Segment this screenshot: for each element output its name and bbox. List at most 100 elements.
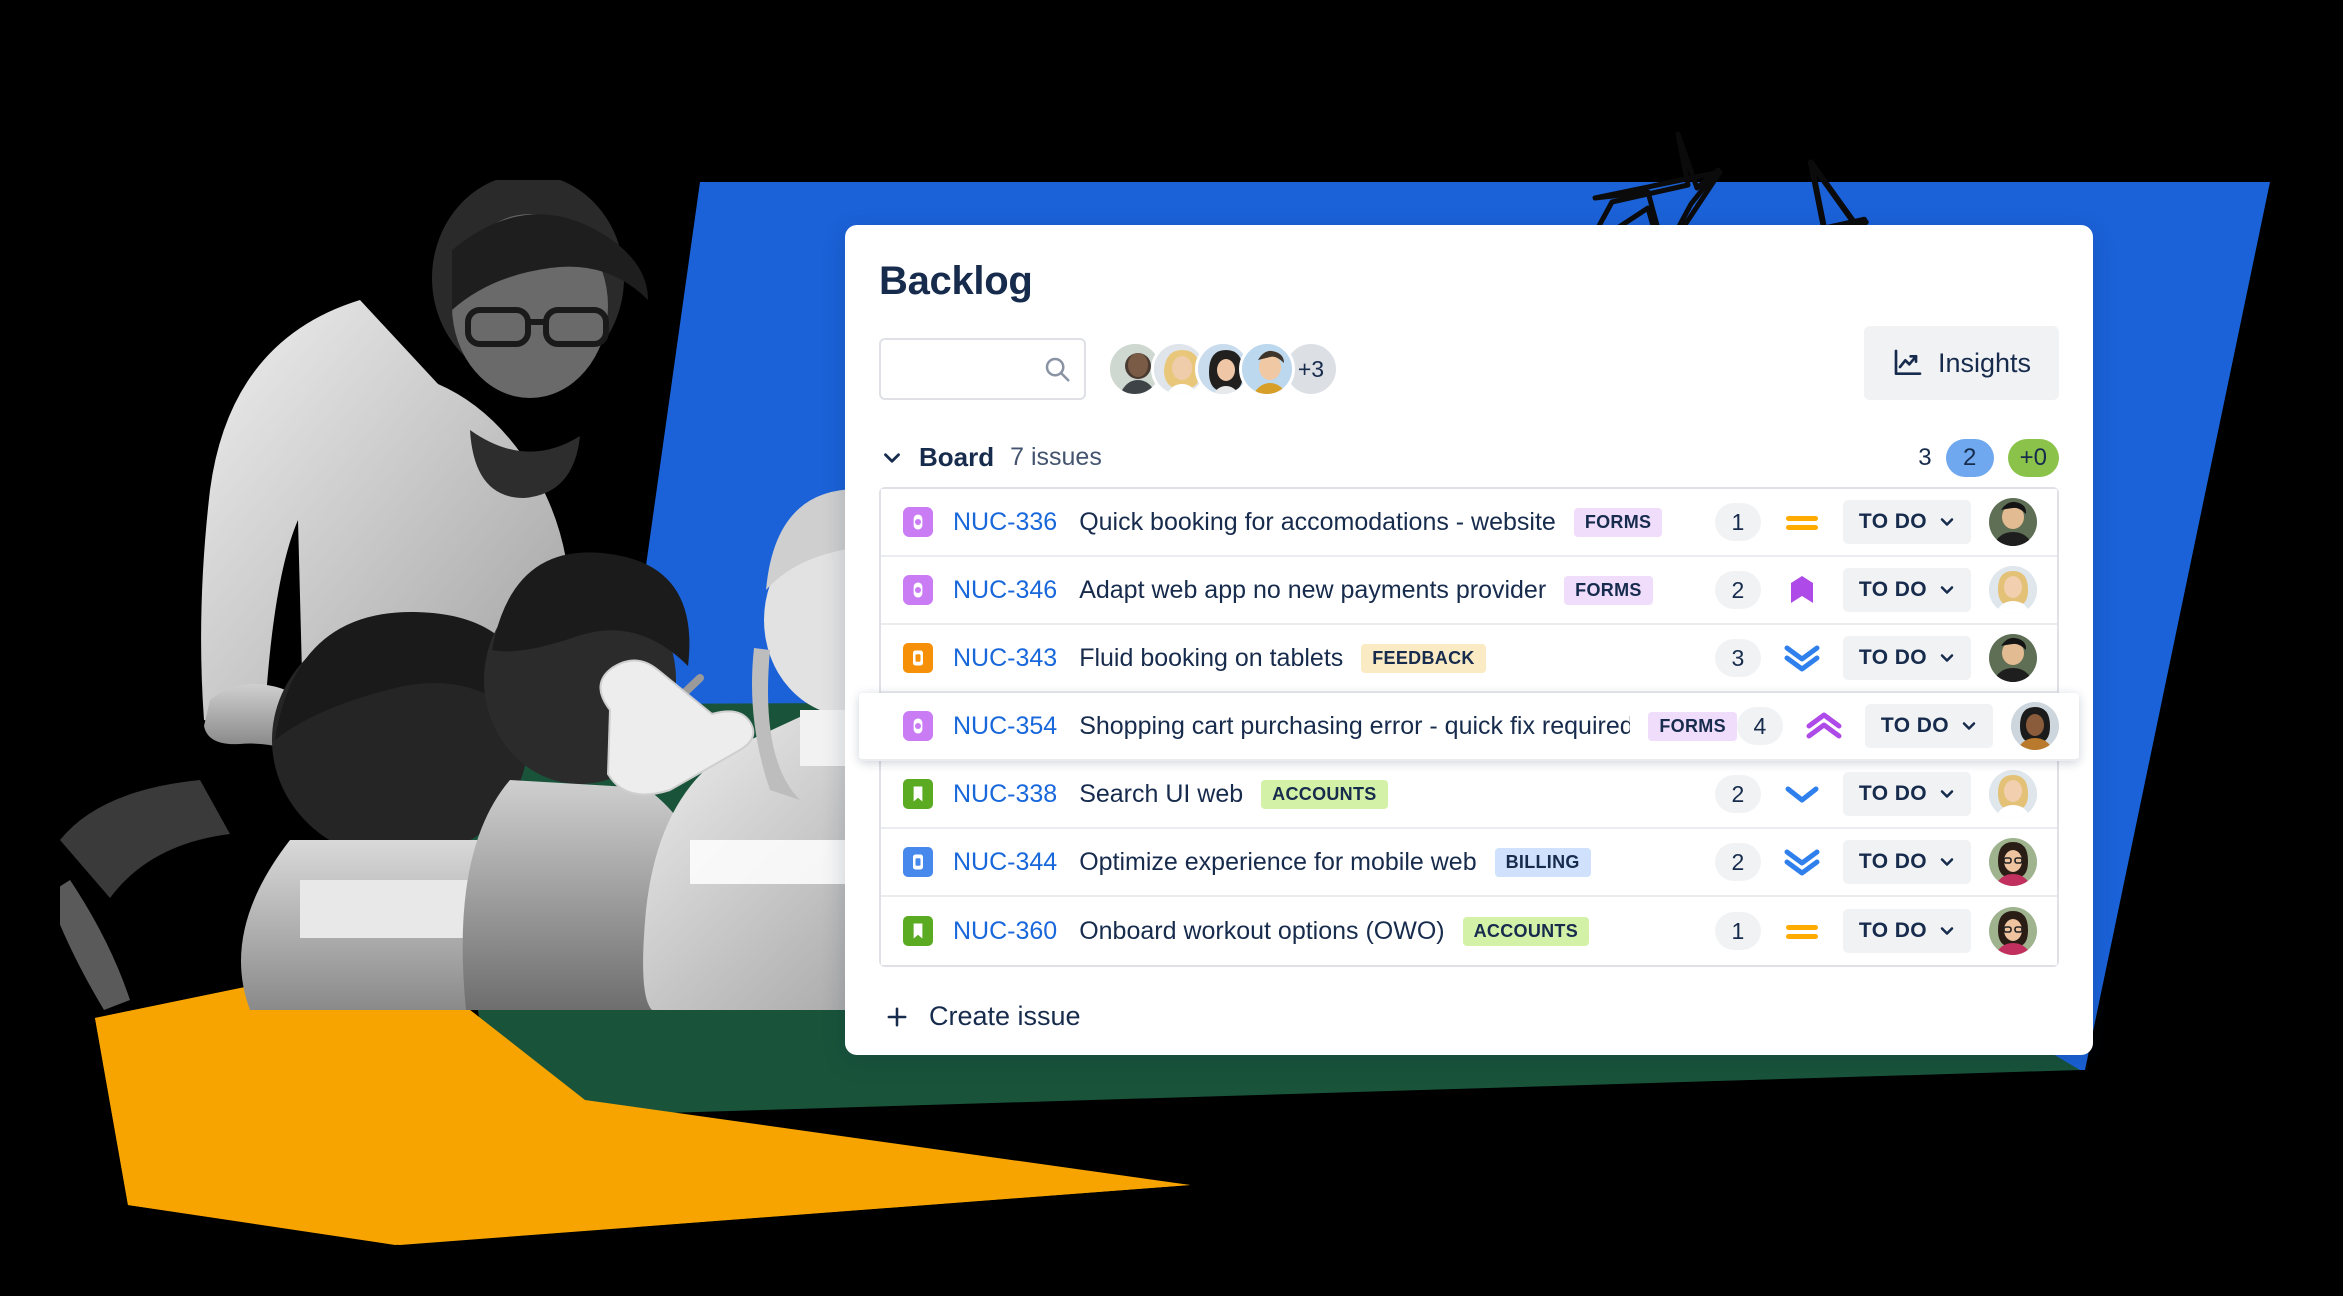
page-title: Backlog: [879, 259, 1033, 303]
chevron-down-icon[interactable]: [879, 445, 905, 471]
screenshot-stage: Backlog +3 Insights Board 7 issues 3 2 +…: [0, 0, 2343, 1296]
issue-label-tag[interactable]: FEEDBACK: [1361, 643, 1486, 673]
board-stat-0: 3: [1918, 443, 1932, 471]
create-issue-label: Create issue: [929, 1001, 1081, 1031]
priority-lowest-single-down-icon[interactable]: [1779, 781, 1825, 807]
status-dropdown[interactable]: TO DO: [1842, 500, 1971, 544]
team-photo-collage: [60, 180, 959, 1010]
assignee-avatar[interactable]: [1989, 907, 2037, 955]
story-points-badge[interactable]: 2: [1714, 571, 1761, 609]
issue-summary[interactable]: Shopping cart purchasing error - quick f…: [1079, 712, 1630, 741]
search-field-wrapper[interactable]: [879, 338, 1086, 400]
avatar-group[interactable]: +3: [1107, 341, 1339, 397]
issue-key-link[interactable]: NUC-344: [953, 848, 1057, 877]
issue-row[interactable]: NUC-343 Fluid booking on tablets FEEDBAC…: [881, 625, 2057, 693]
board-status-counts: 3 2 +0: [1918, 438, 2059, 477]
board-issue-count: 7 issues: [1010, 443, 1102, 471]
status-label: TO DO: [1858, 510, 1927, 533]
priority-high-double-up-icon[interactable]: [1801, 710, 1847, 742]
search-input[interactable]: [881, 340, 1084, 398]
priority-highest-flag-icon[interactable]: [1779, 573, 1825, 607]
priority-medium-icon[interactable]: [1779, 507, 1825, 537]
board-header[interactable]: Board 7 issues 3 2 +0: [879, 438, 2059, 477]
issue-key-link[interactable]: NUC-338: [953, 780, 1057, 809]
assignee-avatar[interactable]: [1989, 770, 2037, 818]
issue-row[interactable]: NUC-346 Adapt web app no new payments pr…: [881, 557, 2057, 625]
chevron-down-icon: [1937, 852, 1957, 872]
issue-summary[interactable]: Quick booking for accomodations - websit…: [1079, 508, 1556, 537]
assignee-avatar[interactable]: [1989, 566, 2037, 614]
status-dropdown[interactable]: TO DO: [1842, 909, 1971, 953]
status-dropdown[interactable]: TO DO: [1864, 704, 1993, 748]
issue-key-link[interactable]: NUC-336: [953, 508, 1057, 537]
create-issue-button[interactable]: Create issue: [879, 993, 1085, 1040]
board-stat-2: +0: [2007, 438, 2059, 477]
status-dropdown[interactable]: TO DO: [1842, 568, 1971, 612]
issue-key-link[interactable]: NUC-343: [953, 644, 1057, 673]
issue-row[interactable]: NUC-336 Quick booking for accomodations …: [881, 489, 2057, 557]
story-points-badge[interactable]: 2: [1714, 775, 1761, 813]
issue-row[interactable]: NUC-338 Search UI web ACCOUNTS 2 TO DO: [881, 761, 2057, 829]
assignee-avatar[interactable]: [1989, 498, 2037, 546]
status-label: TO DO: [1858, 919, 1927, 942]
status-dropdown[interactable]: TO DO: [1842, 772, 1971, 816]
issue-row[interactable]: NUC-344 Optimize experience for mobile w…: [881, 829, 2057, 897]
status-label: TO DO: [1880, 714, 1949, 737]
status-dropdown[interactable]: TO DO: [1842, 636, 1971, 680]
chevron-down-icon: [1959, 716, 1979, 736]
issue-label-tag[interactable]: ACCOUNTS: [1261, 779, 1388, 809]
issue-key-link[interactable]: NUC-360: [953, 917, 1057, 946]
story-purple-icon[interactable]: [903, 575, 933, 605]
insights-chart-icon: [1892, 347, 1924, 379]
status-label: TO DO: [1858, 782, 1927, 805]
assignee-avatar[interactable]: [1989, 838, 2037, 886]
issue-summary[interactable]: Optimize experience for mobile web: [1079, 848, 1476, 877]
issue-key-link[interactable]: NUC-354: [953, 712, 1057, 741]
priority-medium-icon[interactable]: [1779, 916, 1825, 946]
priority-low-double-down-icon[interactable]: [1779, 846, 1825, 878]
board-label: Board: [919, 442, 995, 472]
issue-label-tag[interactable]: FORMS: [1648, 711, 1737, 741]
story-points-badge[interactable]: 3: [1714, 639, 1761, 677]
issue-label-tag[interactable]: FORMS: [1573, 507, 1663, 537]
status-dropdown[interactable]: TO DO: [1842, 840, 1971, 884]
story-purple-icon[interactable]: [903, 711, 933, 741]
story-green-bookmark-icon[interactable]: [903, 916, 933, 946]
issue-label-tag[interactable]: BILLING: [1494, 847, 1591, 877]
chevron-down-icon: [1937, 512, 1957, 532]
issue-list: NUC-336 Quick booking for accomodations …: [859, 487, 2079, 967]
issue-label-tag[interactable]: FORMS: [1564, 575, 1653, 605]
assignee-avatar[interactable]: [2011, 702, 2059, 750]
issue-summary[interactable]: Fluid booking on tablets: [1079, 644, 1343, 673]
issue-label-tag[interactable]: ACCOUNTS: [1462, 916, 1590, 946]
avatar[interactable]: [1239, 341, 1295, 397]
insights-label: Insights: [1937, 347, 2031, 378]
status-label: TO DO: [1858, 578, 1927, 601]
chevron-down-icon: [1937, 580, 1957, 600]
backlog-card: Backlog +3 Insights Board 7 issues 3 2 +…: [845, 225, 2093, 1055]
task-blue-icon[interactable]: [903, 847, 933, 877]
story-points-badge[interactable]: 2: [1714, 843, 1761, 881]
priority-low-double-down-icon[interactable]: [1779, 642, 1825, 674]
story-points-badge[interactable]: 4: [1736, 707, 1783, 745]
issue-row[interactable]: NUC-360 Onboard workout options (OWO) AC…: [881, 897, 2057, 965]
board-stat-1: 2: [1945, 438, 1994, 477]
story-points-badge[interactable]: 1: [1714, 503, 1761, 541]
assignee-avatar[interactable]: [1989, 634, 2037, 682]
issue-summary[interactable]: Search UI web: [1079, 780, 1243, 809]
insights-button[interactable]: Insights: [1863, 326, 2059, 400]
issue-row[interactable]: NUC-354 Shopping cart purchasing error -…: [859, 693, 2079, 761]
issue-summary[interactable]: Onboard workout options (OWO): [1079, 917, 1444, 946]
status-label: TO DO: [1858, 646, 1927, 669]
plus-icon: [883, 1003, 911, 1031]
chevron-down-icon: [1937, 648, 1957, 668]
story-green-bookmark-icon[interactable]: [903, 779, 933, 809]
chevron-down-icon: [1937, 921, 1957, 941]
chevron-down-icon: [1937, 784, 1957, 804]
issue-key-link[interactable]: NUC-346: [953, 576, 1057, 605]
story-points-badge[interactable]: 1: [1714, 912, 1761, 950]
task-orange-icon[interactable]: [903, 643, 933, 673]
issue-summary[interactable]: Adapt web app no new payments provider: [1079, 576, 1546, 605]
story-purple-icon[interactable]: [903, 507, 933, 537]
status-label: TO DO: [1858, 850, 1927, 873]
